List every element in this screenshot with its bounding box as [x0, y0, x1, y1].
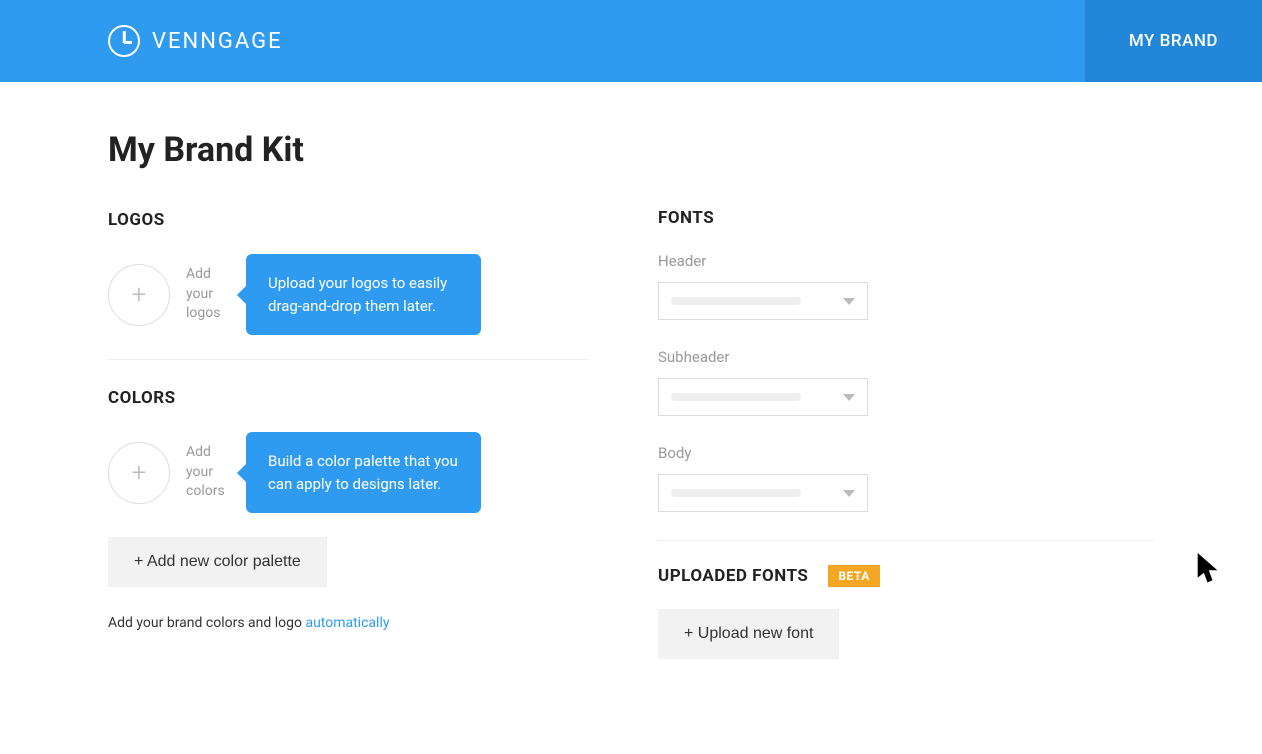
add-color-palette-label: + Add new color palette: [134, 553, 301, 570]
auto-link[interactable]: automatically: [305, 615, 389, 631]
upload-font-button[interactable]: + Upload new font: [658, 609, 839, 659]
uploaded-fonts-header: UPLOADED FONTS BETA: [658, 565, 1154, 587]
select-placeholder: [671, 297, 801, 305]
upload-font-label: + Upload new font: [684, 625, 813, 642]
chevron-down-icon: [843, 394, 855, 401]
add-logo-label: Add your logos: [186, 265, 230, 324]
logos-add-row: + Add your logos Upload your logos to ea…: [108, 254, 588, 335]
nav-my-brand[interactable]: MY BRAND: [1085, 0, 1262, 82]
brand-name: VENNGAGE: [152, 29, 283, 54]
uploaded-fonts-title: UPLOADED FONTS: [658, 566, 808, 586]
brand-logo[interactable]: VENNGAGE: [108, 25, 283, 57]
font-body-label: Body: [658, 444, 1154, 462]
add-color-label: Add your colors: [186, 443, 230, 502]
divider: [658, 540, 1154, 541]
font-body-select[interactable]: [658, 474, 868, 512]
colors-add-row: + Add your colors Build a color palette …: [108, 432, 588, 513]
nav-my-brand-label: MY BRAND: [1129, 31, 1218, 51]
right-column: FONTS Header Subheader Body UPLOADED FON…: [658, 130, 1154, 659]
chevron-down-icon: [843, 298, 855, 305]
helper-prefix: Add your brand colors and logo: [108, 615, 305, 631]
font-subheader-select[interactable]: [658, 378, 868, 416]
fonts-section-title: FONTS: [658, 208, 1154, 228]
add-color-palette-button[interactable]: + Add new color palette: [108, 537, 327, 587]
logos-tooltip-text: Upload your logos to easily drag-and-dro…: [268, 274, 447, 315]
colors-tooltip: Build a color palette that you can apply…: [246, 432, 481, 513]
left-column: My Brand Kit LOGOS + Add your logos Uplo…: [108, 130, 588, 659]
beta-badge: BETA: [828, 565, 879, 587]
logos-section-title: LOGOS: [108, 210, 588, 230]
divider: [108, 359, 588, 360]
colors-section-title: COLORS: [108, 388, 588, 408]
app-header: VENNGAGE MY BRAND: [0, 0, 1262, 82]
colors-tooltip-text: Build a color palette that you can apply…: [268, 452, 458, 493]
font-header-label: Header: [658, 252, 1154, 270]
plus-icon: +: [132, 280, 147, 310]
clock-icon: [108, 25, 140, 57]
logos-tooltip: Upload your logos to easily drag-and-dro…: [246, 254, 481, 335]
page-title: My Brand Kit: [108, 130, 588, 170]
helper-text: Add your brand colors and logo automatic…: [108, 615, 588, 631]
add-color-button[interactable]: +: [108, 442, 170, 504]
add-logo-button[interactable]: +: [108, 264, 170, 326]
select-placeholder: [671, 489, 801, 497]
font-subheader-label: Subheader: [658, 348, 1154, 366]
font-header-select[interactable]: [658, 282, 868, 320]
chevron-down-icon: [843, 490, 855, 497]
select-placeholder: [671, 393, 801, 401]
main-content: My Brand Kit LOGOS + Add your logos Uplo…: [0, 82, 1262, 659]
plus-icon: +: [132, 458, 147, 488]
